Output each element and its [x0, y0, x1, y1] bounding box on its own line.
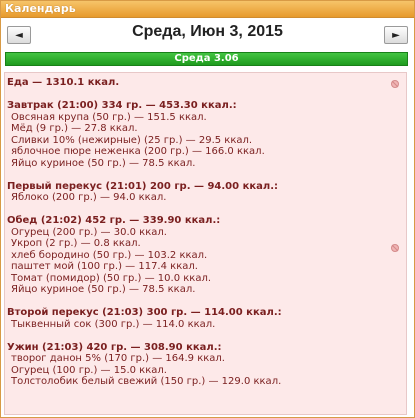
meal-item: Яблоко (200 гр.) — 94.0 ккал. [11, 192, 167, 203]
meal-header[interactable]: Первый перекус (21:01) 200 гр. — 94.00 к… [7, 181, 406, 193]
meal-log: Еда — 1310.1 ккал. Завтрак (21:00) 334 г… [4, 72, 407, 415]
meal-item: Огурец (200 гр.) — 30.0 ккал. [11, 226, 167, 238]
meal-snack-2: Второй перекус (21:03) 300 гр. — 114.00 … [7, 307, 406, 330]
meal-item: паштет мой (100 гр.) — 117.4 ккал. [11, 261, 198, 272]
date-navigation: ◄ Среда, Июн 3, 2015 ► [1, 18, 414, 52]
meal-lunch: Обед (21:02) 452 гр. — 339.90 ккал.: Огу… [7, 215, 406, 296]
pin-icon[interactable] [390, 243, 400, 253]
meal-dinner: Ужин (21:03) 420 гр. — 308.90 ккал.: тво… [7, 342, 406, 388]
total-calories: Еда — 1310.1 ккал. [7, 77, 120, 88]
meal-snack-1: Первый перекус (21:01) 200 гр. — 94.00 к… [7, 181, 406, 204]
window-title: Календарь [1, 1, 414, 18]
meal-item: хлеб бородино (50 гр.) — 103.2 ккал. [11, 249, 208, 261]
meal-header[interactable]: Второй перекус (21:03) 300 гр. — 114.00 … [7, 307, 406, 319]
next-day-button[interactable]: ► [384, 26, 408, 44]
meal-header[interactable]: Ужин (21:03) 420 гр. — 308.90 ккал.: [7, 342, 406, 354]
meal-header[interactable]: Обед (21:02) 452 гр. — 339.90 ккал.: [7, 215, 406, 227]
current-date: Среда, Июн 3, 2015 [132, 23, 283, 40]
meal-header[interactable]: Завтрак (21:00) 334 гр. — 453.30 ккал.: [7, 100, 406, 112]
meal-breakfast: Завтрак (21:00) 334 гр. — 453.30 ккал.: … [7, 100, 406, 169]
meal-item: Овсяная крупа (50 гр.) — 151.5 ккал. [11, 111, 207, 123]
meal-item: Толстолобик белый свежий (150 гр.) — 129… [11, 376, 282, 387]
meal-item: Огурец (100 гр.) — 15.0 ккал. [11, 364, 167, 376]
meal-item: Тыквенный сок (300 гр.) — 114.0 ккал. [11, 318, 216, 330]
pin-icon[interactable] [390, 79, 400, 89]
meal-item: Укроп (2 гр.) — 0.8 ккал. [11, 238, 141, 249]
day-header: Среда 3.06 [5, 52, 408, 66]
meal-item: Яйцо куриное (50 гр.) — 78.5 ккал. [11, 284, 196, 295]
meal-item: творог данон 5% (170 гр.) — 164.9 ккал. [11, 353, 225, 364]
meal-item: Яйцо куриное (50 гр.) — 78.5 ккал. [11, 157, 196, 169]
meal-item: Мёд (9 гр.) — 27.8 ккал. [11, 123, 138, 134]
arrow-left-icon: ◄ [15, 29, 23, 41]
arrow-right-icon: ► [392, 29, 400, 41]
meal-item: Сливки 10% (нежирные) (25 гр.) — 29.5 кк… [11, 134, 253, 146]
prev-day-button[interactable]: ◄ [7, 26, 31, 44]
meal-item: яблочное пюре неженка (200 гр.) — 166.0 … [11, 146, 265, 157]
meal-item: Томат (помидор) (50 гр.) — 10.0 ккал. [11, 272, 212, 284]
